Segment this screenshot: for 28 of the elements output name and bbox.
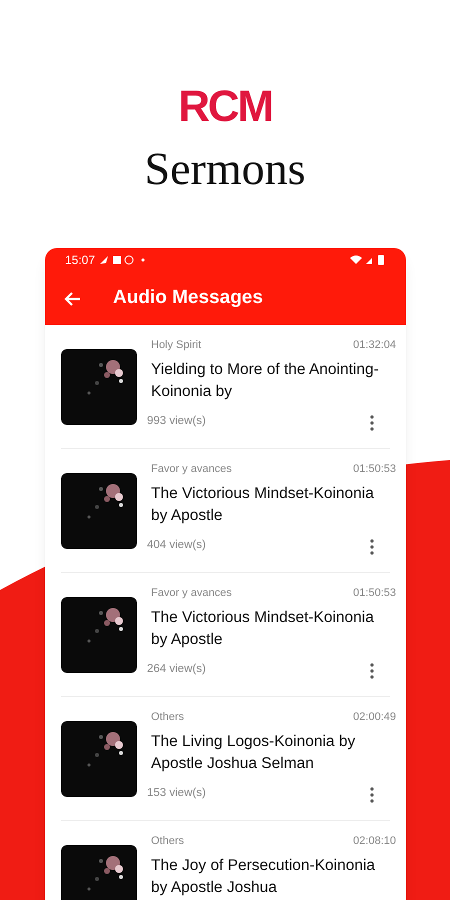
message-title: The Joy of Persecution-Koinonia by Apostle Joshua — [151, 856, 376, 898]
more-vertical-icon — [370, 663, 374, 679]
view-count: 404 view(s) — [147, 538, 206, 553]
more-vertical-icon — [370, 539, 374, 555]
more-vertical-icon — [370, 787, 374, 803]
category-label: Holy Spirit — [151, 338, 202, 353]
view-count: 153 view(s) — [147, 786, 206, 801]
category-label: Favor y avances — [151, 462, 232, 477]
system-status-icons — [350, 255, 386, 265]
category-label: Others — [151, 710, 184, 725]
message-title: The Victorious Mindset-Koinonia by Apostle — [151, 608, 375, 650]
page-heading: Sermons — [144, 146, 306, 192]
logo: RCM — [177, 81, 273, 133]
message-title: Yielding to More of the Anointing-Koinonia by — [151, 360, 380, 402]
view-count: 993 view(s) — [147, 414, 206, 429]
duration: 01:32:04 — [353, 338, 396, 353]
screen-title: Audio Messages — [113, 286, 263, 310]
message-title: The Victorious Mindset-Koinonia by Apostle — [151, 484, 375, 526]
status-time: 15:07 — [65, 252, 96, 269]
more-vertical-icon — [370, 415, 374, 431]
duration: 02:08:10 — [353, 834, 396, 849]
category-label: Favor y avances — [151, 586, 232, 601]
category-label: Others — [151, 834, 184, 849]
duration: 02:00:49 — [353, 710, 396, 725]
view-count: 264 view(s) — [147, 662, 206, 677]
message-title: The Living Logos-Koinonia by Apostle Joshua Selman — [151, 732, 356, 774]
duration: 01:50:53 — [353, 462, 396, 477]
duration: 01:50:53 — [353, 586, 396, 601]
